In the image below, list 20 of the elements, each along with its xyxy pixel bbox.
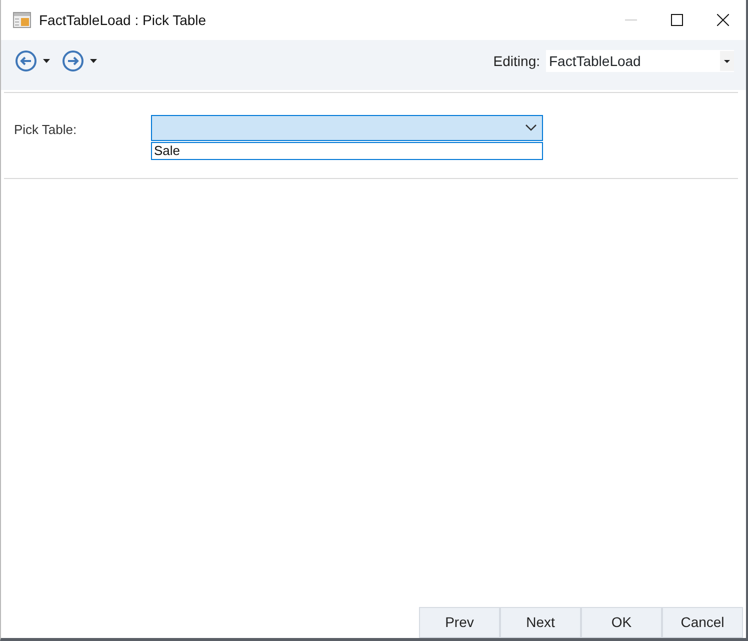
next-button[interactable]: Next <box>500 607 581 638</box>
ok-button[interactable]: OK <box>581 607 662 638</box>
chevron-down-icon <box>525 124 537 132</box>
maximize-icon <box>671 14 683 26</box>
dropdown-option[interactable]: Sale <box>152 143 542 159</box>
app-icon <box>13 12 31 28</box>
caret-icon <box>720 51 734 71</box>
close-icon <box>717 14 729 26</box>
window-title: FactTableLoad : Pick Table <box>39 10 206 30</box>
editing-label: Editing: <box>493 52 540 71</box>
prev-button[interactable]: Prev <box>419 607 500 638</box>
editing-dropdown[interactable]: FactTableLoad <box>546 50 734 72</box>
forward-button[interactable] <box>62 50 97 72</box>
table-dropdown[interactable] <box>151 115 543 141</box>
back-button[interactable] <box>15 50 50 72</box>
caret-icon <box>43 59 50 63</box>
minimize-icon <box>625 19 637 21</box>
caret-icon <box>90 59 97 63</box>
cancel-button[interactable]: Cancel <box>662 607 743 638</box>
pick-table-label: Pick Table: <box>14 121 77 139</box>
